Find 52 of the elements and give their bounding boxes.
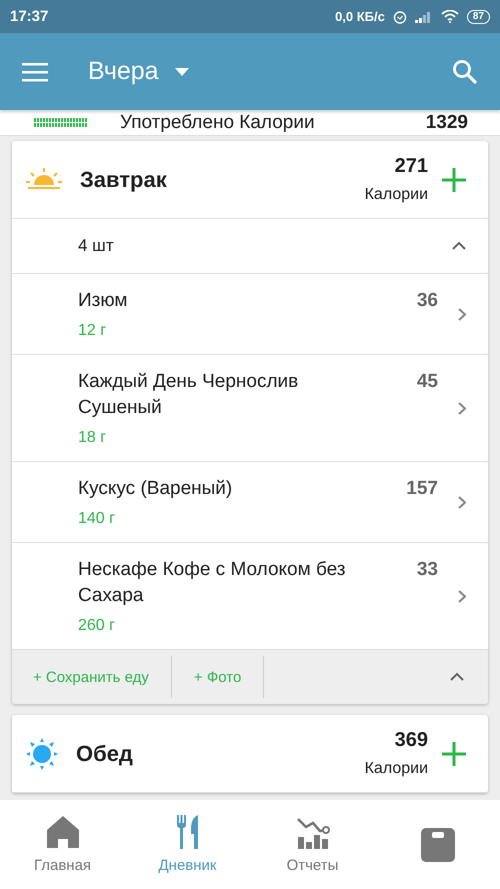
food-name: Нескафе Кофе с Молоком без Сахара [78,558,346,608]
progress-bar-icon [34,118,88,128]
nav-tab[interactable]: Отчеты [250,800,375,889]
food-calories: 33 [416,559,438,581]
alarm-icon [392,10,407,24]
meal-calories: 271 [394,155,428,178]
meal-name: Завтрак [80,166,168,192]
chevron-right-icon [458,590,466,602]
food-name: Изюм [78,289,128,313]
food-amount: 18 г [78,429,108,447]
food-name: Кускус (Вареный) [78,477,234,501]
clock: 17:37 [10,8,48,25]
fork-knife-icon [176,815,200,849]
food-amount: 12 г [78,322,108,340]
food-amount: 140 г [78,510,116,528]
add-button[interactable] [442,168,466,192]
food-calories: 45 [416,371,438,393]
dropdown-caret-icon[interactable] [174,68,189,76]
food-amount: 260 г [78,617,116,635]
chevron-right-icon [458,402,466,414]
menu-button[interactable] [22,62,48,82]
food-calories: 36 [416,290,438,312]
food-item[interactable]: Каждый День Чернослив Сушеный 18 г 45 [12,355,488,462]
sun-icon [26,738,58,770]
consumed-calories-value: 1329 [426,112,468,134]
chevron-up-icon[interactable] [450,672,464,682]
food-name: Каждый День Чернослив Сушеный [78,370,300,420]
battery-indicator: 87 [466,10,490,24]
signal-icon [414,10,433,22]
chart-icon [296,815,330,849]
calories-label: Калории [364,186,428,204]
consumed-calories-label: Употреблено Калории [120,112,316,134]
calories-label: Калории [364,760,428,778]
meal-name: Обед [76,740,134,766]
food-item[interactable]: Кускус (Вареный) 140 г 157 [12,462,488,543]
home-icon [46,815,80,849]
wifi-icon [440,10,459,23]
item-count: 4 шт [78,236,114,256]
add-button[interactable] [442,742,466,766]
collapse-chevron-icon[interactable] [452,241,466,251]
nav-tab[interactable]: Дневник [125,800,250,889]
chevron-right-icon [458,308,466,320]
scale-icon [420,828,454,862]
network-speed: 0,0 КБ/с [335,9,385,24]
chevron-right-icon [458,496,466,508]
nav-tab[interactable]: Главная [0,800,125,889]
food-item[interactable]: Изюм 12 г 36 [12,274,488,355]
date-title[interactable]: Вчера [88,57,159,86]
search-button[interactable] [452,58,478,84]
meal-calories: 369 [394,729,428,752]
food-calories: 157 [406,478,438,500]
sunrise-icon [26,168,62,192]
